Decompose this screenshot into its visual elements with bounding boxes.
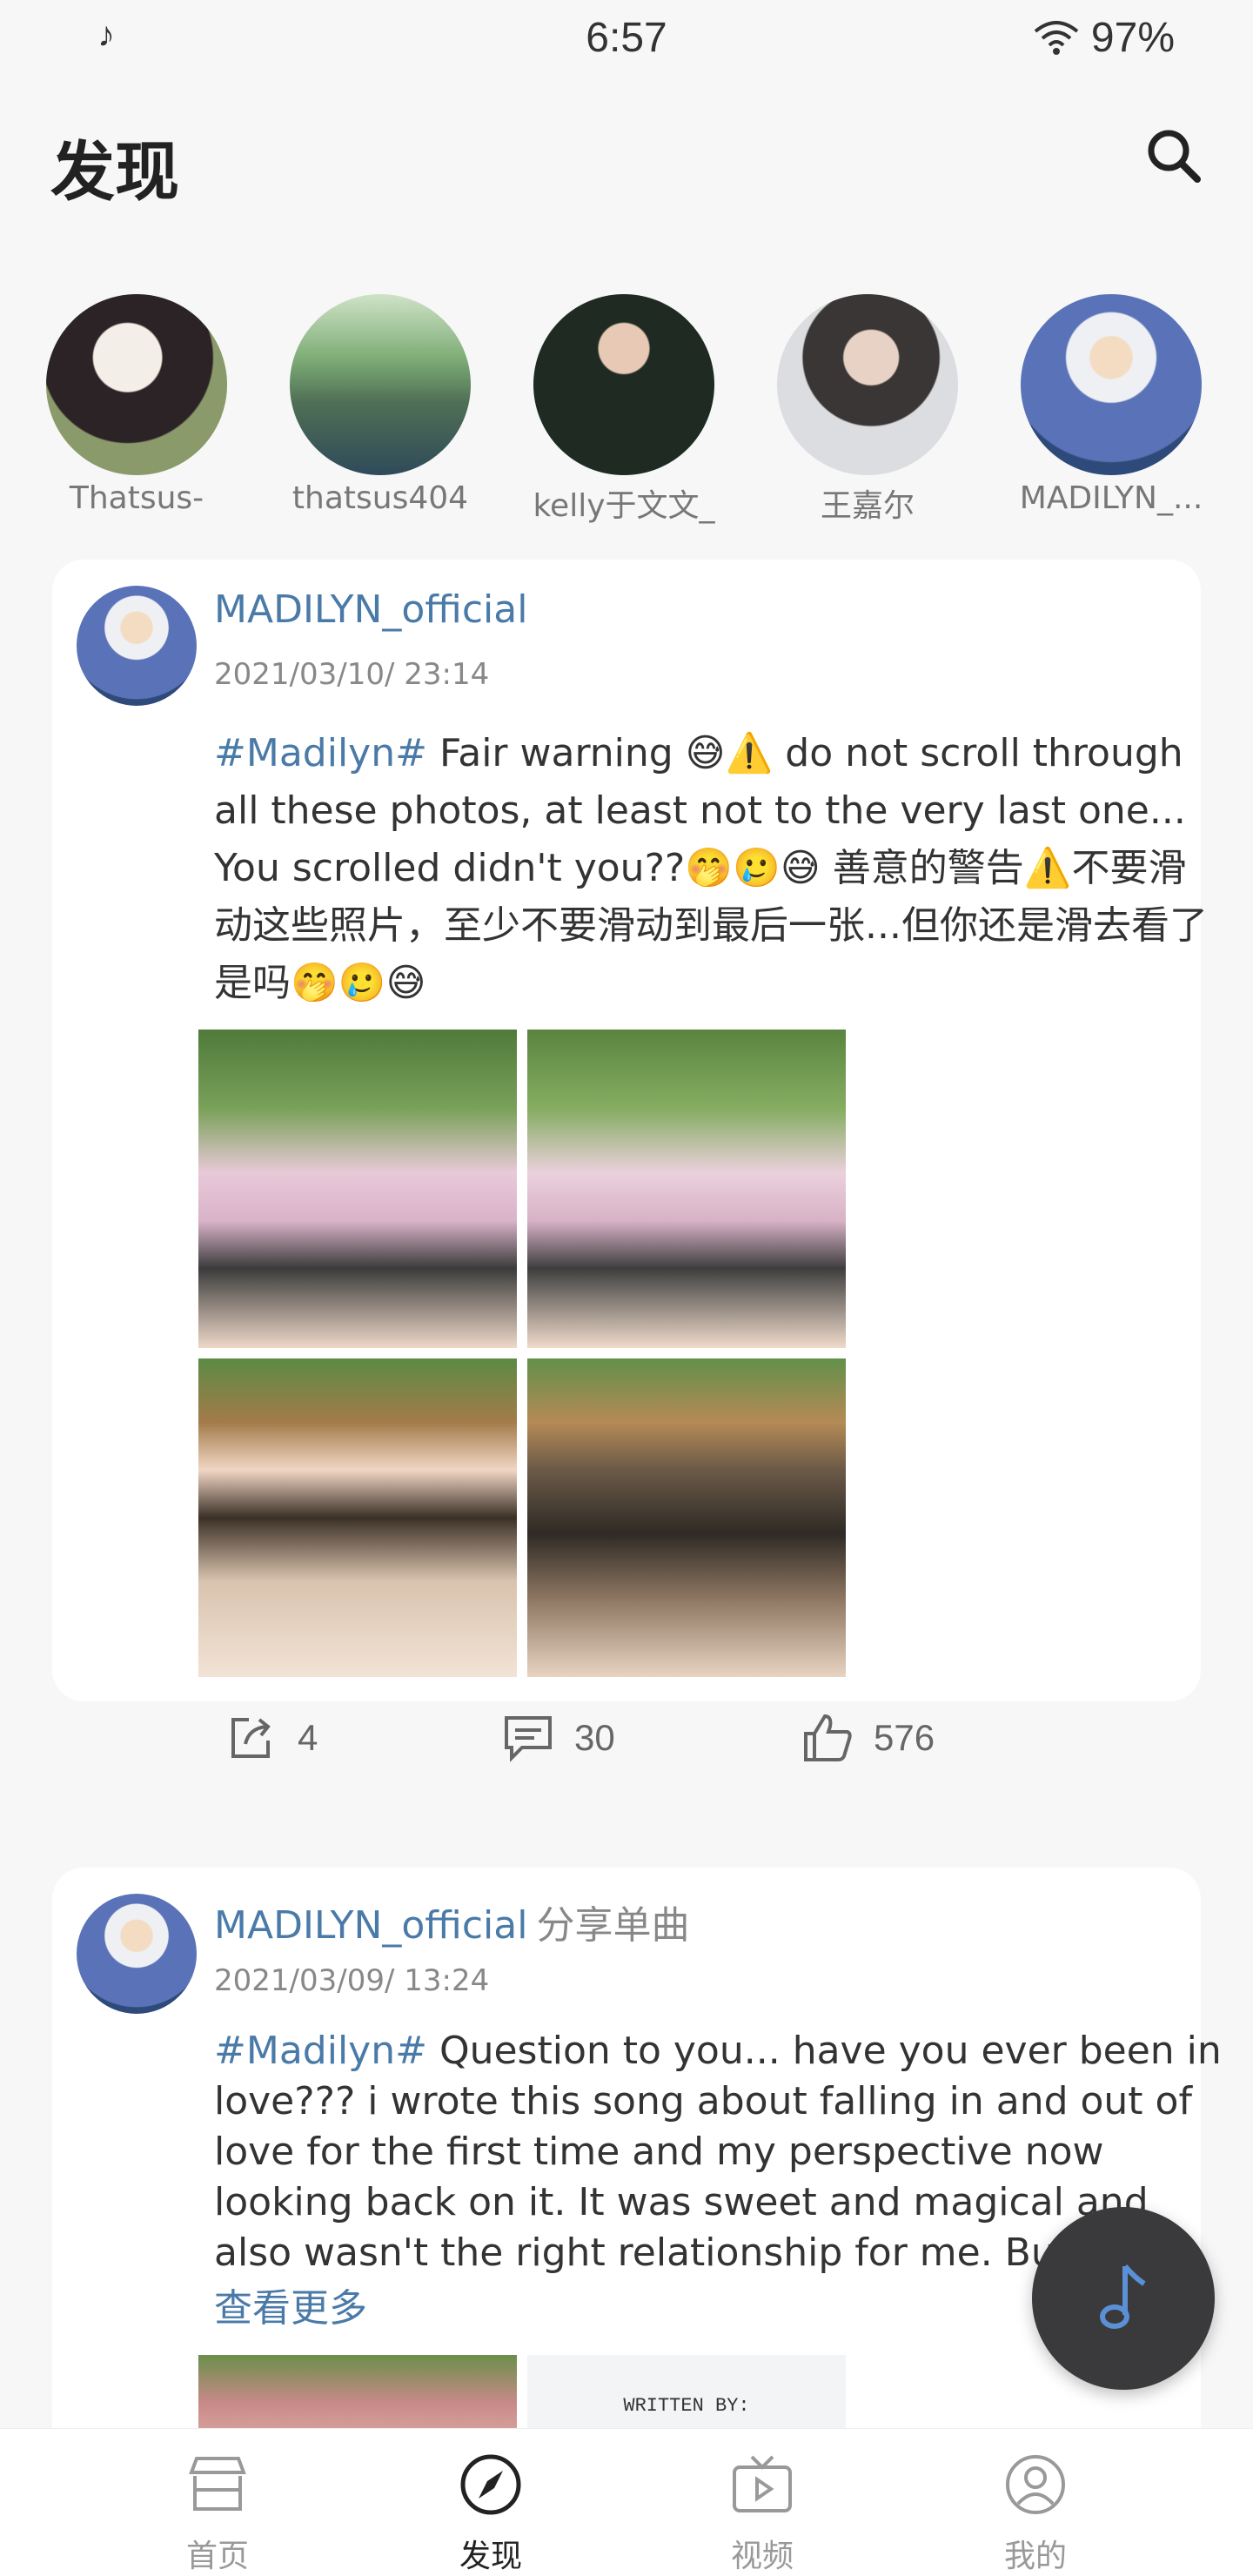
avatar[interactable] (77, 1894, 197, 2014)
tv-play-icon (733, 2455, 792, 2512)
store-icon (189, 2457, 246, 2511)
music-player-button[interactable] (1032, 2207, 1215, 2390)
avatar[interactable] (77, 586, 197, 706)
wifi-icon (1034, 20, 1079, 55)
story-avatar (1021, 294, 1202, 475)
status-bar: ♪ 6:57 97% (0, 0, 1253, 78)
story-item[interactable]: thatsus404 (276, 294, 485, 516)
status-indicators: 97% (1034, 14, 1175, 62)
share-icon (231, 1718, 271, 1758)
like-count: 576 (874, 1717, 935, 1758)
profile-icon (1006, 2455, 1065, 2514)
post-card[interactable]: MADILYN_official 分享单曲 2021/03/09/ 13:24 #… (52, 1868, 1222, 2477)
like-button[interactable]: 576 (799, 1709, 935, 1767)
comment-button[interactable]: 30 (499, 1709, 615, 1767)
thumbs-up-icon (804, 1714, 852, 1761)
comment-count: 30 (574, 1717, 615, 1758)
story-avatar (290, 294, 471, 475)
story-name: Thatsus- (69, 480, 204, 516)
stories-row: Thatsus- thatsus404 kelly于文文_ 王嘉尔 MADILY… (0, 294, 1253, 529)
photo-caption: WRITTEN BY: (623, 2395, 750, 2417)
story-name: thatsus404 (291, 480, 469, 516)
post-card[interactable]: MADILYN_official 2021/03/10/ 23:14 #Madi… (52, 560, 1208, 1701)
story-name: 王嘉尔 (820, 488, 915, 524)
bottom-navigation: 首页 发现 视频 我的 (0, 2428, 1253, 2576)
story-item[interactable]: Thatsus- (32, 294, 241, 516)
hashtag-link[interactable]: #Madilyn# (214, 731, 427, 775)
page-title: 发现 (50, 135, 179, 210)
search-icon (1148, 130, 1201, 183)
story-avatar (46, 294, 227, 475)
comment-icon (505, 1716, 552, 1762)
share-count: 4 (298, 1717, 318, 1758)
search-button[interactable] (1140, 122, 1209, 191)
battery-level: 97% (1090, 15, 1175, 61)
post-actions: 4 30 576 (0, 1709, 1253, 1788)
post-time: 2021/03/09/ 13:24 (214, 1963, 490, 1998)
share-tag: 分享单曲 (536, 1903, 690, 1948)
compass-icon (460, 2454, 521, 2515)
nav-home[interactable]: 首页 (122, 2429, 313, 2576)
author-name-text: MADILYN_official (214, 1903, 528, 1948)
author-name[interactable]: MADILYN_official (214, 587, 527, 632)
nav-label: 视频 (730, 2539, 794, 2574)
post-photo[interactable] (527, 1030, 846, 1348)
story-avatar (533, 294, 714, 475)
nav-label: 首页 (185, 2539, 249, 2574)
story-avatar (777, 294, 958, 475)
post-photo[interactable] (198, 1030, 517, 1348)
story-name: MADILYN_... (1019, 480, 1203, 516)
nav-discover[interactable]: 发现 (395, 2429, 586, 2576)
post-time: 2021/03/10/ 23:14 (214, 657, 490, 692)
author-name[interactable]: MADILYN_official 分享单曲 (214, 1894, 689, 1949)
story-item[interactable]: kelly于文文_ (519, 294, 728, 526)
nav-video[interactable]: 视频 (667, 2429, 858, 2576)
post-photo[interactable] (527, 1358, 846, 1677)
share-button[interactable]: 4 (223, 1709, 318, 1767)
post-text: #Madilyn# Fair warning 😅⚠️ do not scroll… (214, 725, 1223, 1012)
author-name-text: MADILYN_official (214, 587, 528, 632)
story-item[interactable]: 王嘉尔 (763, 294, 972, 526)
story-name: kelly于文文_ (533, 488, 715, 524)
nav-profile[interactable]: 我的 (940, 2429, 1131, 2576)
hashtag-link[interactable]: #Madilyn# (214, 2029, 427, 2073)
story-item[interactable]: MADILYN_... (1007, 294, 1216, 516)
post-photo[interactable] (198, 1358, 517, 1677)
music-note-icon (1100, 2264, 1146, 2329)
nav-label: 发现 (459, 2539, 522, 2574)
see-more-link[interactable]: 查看更多 (214, 2277, 367, 2332)
nav-label: 我的 (1003, 2539, 1067, 2574)
